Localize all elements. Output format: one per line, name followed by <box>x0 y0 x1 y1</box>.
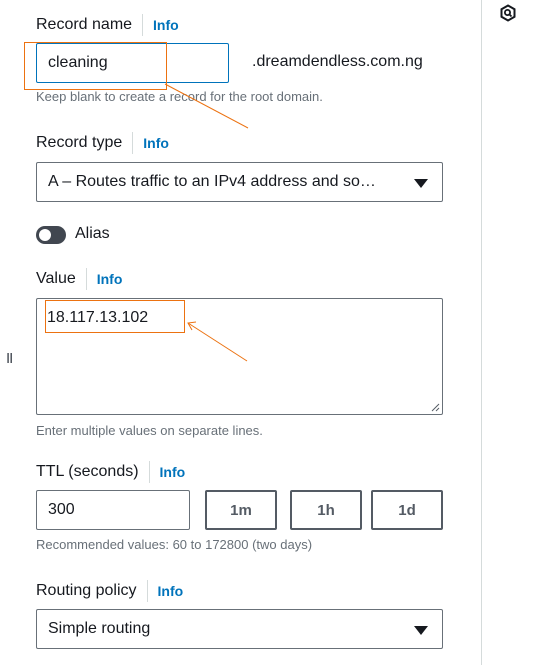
ttl-value: 300 <box>48 501 75 518</box>
record-type-label-row: Record type Info <box>36 132 169 154</box>
record-form-panel: Record name Info cleaning .dreamdendless… <box>0 0 481 665</box>
record-name-input[interactable]: cleaning <box>36 43 229 83</box>
value-hint: Enter multiple values on separate lines. <box>36 423 263 438</box>
value-text: 18.117.13.102 <box>47 309 149 326</box>
record-type-label: Record type <box>36 134 123 151</box>
record-type-select[interactable]: A – Routes traffic to an IPv4 address an… <box>36 162 443 202</box>
routing-policy-label-row: Routing policy Info <box>36 580 183 602</box>
label-separator <box>146 580 148 602</box>
resize-handle-icon[interactable] <box>430 402 440 412</box>
alias-label: Alias <box>75 225 110 242</box>
toggle-knob <box>39 229 51 241</box>
label-separator <box>85 268 87 290</box>
alias-toggle[interactable] <box>36 226 66 244</box>
record-name-label-row: Record name Info <box>36 14 179 36</box>
domain-suffix: .dreamdendless.com.ng <box>252 53 423 70</box>
right-side-rail <box>481 0 538 665</box>
ttl-info-link[interactable]: Info <box>160 464 186 480</box>
value-textarea[interactable]: 18.117.13.102 <box>36 298 443 415</box>
value-label: Value <box>36 270 76 287</box>
record-type-info-link[interactable]: Info <box>143 135 169 151</box>
value-info-link[interactable]: Info <box>97 271 123 287</box>
record-name-info-link[interactable]: Info <box>153 17 179 33</box>
panel-resize-handle[interactable]: II <box>6 350 13 367</box>
ttl-1h-button[interactable]: 1h <box>290 490 362 530</box>
routing-policy-info-link[interactable]: Info <box>158 583 184 599</box>
record-name-value: cleaning <box>48 54 108 71</box>
caret-down-icon <box>414 179 428 188</box>
record-type-selected: A – Routes traffic to an IPv4 address an… <box>48 173 376 190</box>
label-separator <box>132 132 134 154</box>
record-name-label: Record name <box>36 16 133 33</box>
ttl-input[interactable]: 300 <box>36 490 190 530</box>
routing-policy-label: Routing policy <box>36 582 137 599</box>
ttl-label: TTL (seconds) <box>36 463 139 480</box>
ttl-label-row: TTL (seconds) Info <box>36 461 185 483</box>
value-label-row: Value Info <box>36 268 122 290</box>
record-name-hint: Keep blank to create a record for the ro… <box>36 89 323 104</box>
ttl-1d-button[interactable]: 1d <box>371 490 443 530</box>
ttl-1m-button[interactable]: 1m <box>205 490 277 530</box>
label-separator <box>142 14 144 36</box>
help-panel-icon[interactable] <box>499 4 517 22</box>
routing-policy-select[interactable]: Simple routing <box>36 609 443 649</box>
routing-policy-selected: Simple routing <box>48 620 151 637</box>
caret-down-icon <box>414 626 428 635</box>
ttl-hint: Recommended values: 60 to 172800 (two da… <box>36 537 313 552</box>
label-separator <box>148 461 150 483</box>
